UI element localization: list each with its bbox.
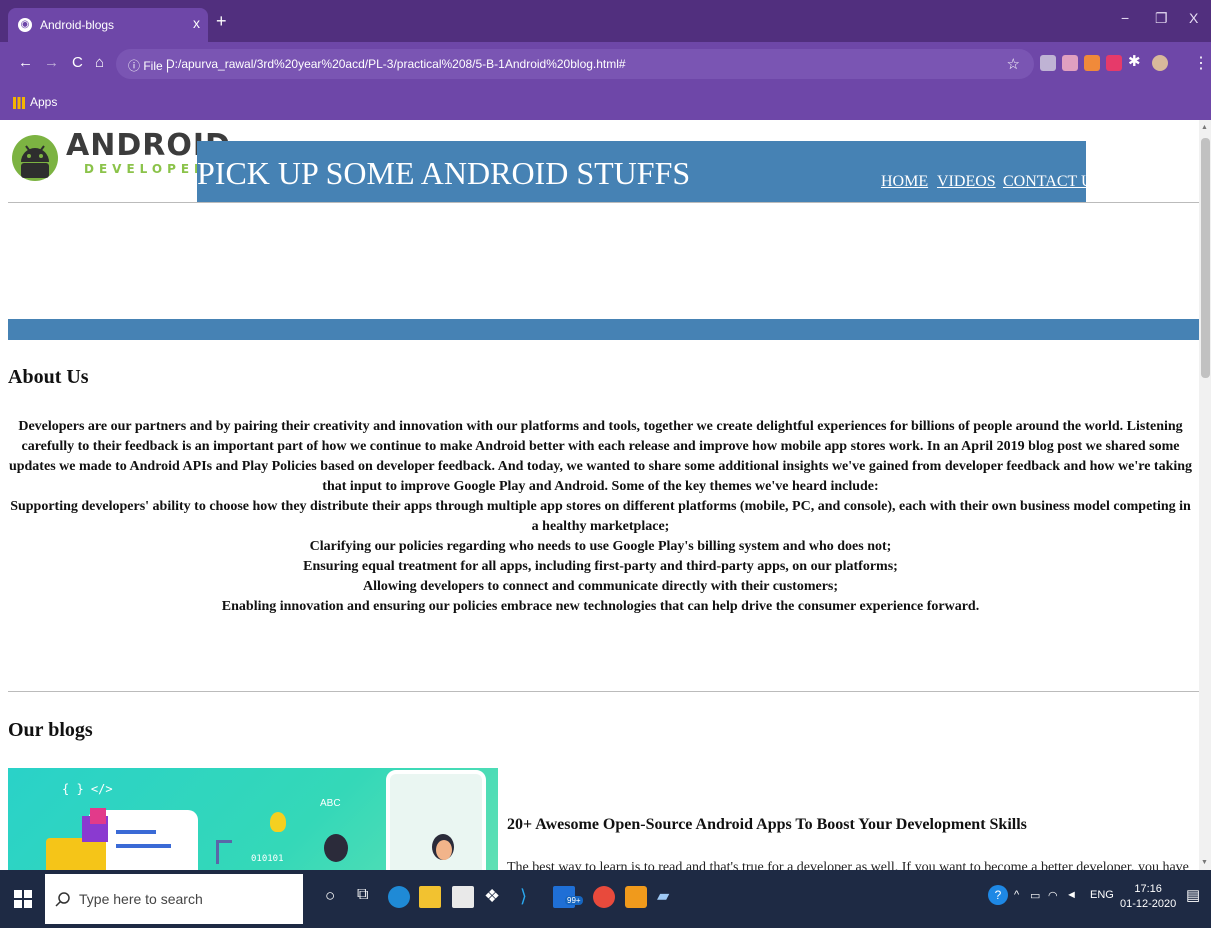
window-restore-button[interactable]: ❐ [1155,10,1168,27]
forward-button[interactable]: → [44,54,59,71]
window-close-button[interactable]: X [1189,10,1198,26]
taskbar-search-box[interactable]: Type here to search [45,874,303,924]
about-item: Allowing developers to connect and commu… [362,579,839,594]
apps-bookmark[interactable]: Apps [30,95,57,109]
screen-line-illustration [116,844,171,848]
extension-fox-icon[interactable] [1084,55,1100,71]
vscode-icon[interactable]: ⟩ [520,886,542,908]
extension-doc-icon[interactable] [1040,55,1056,71]
browser-menu-icon[interactable]: ⋮ [1193,53,1209,73]
tab-title: Android-blogs [40,18,115,32]
search-icon [55,892,70,907]
extension-color-icon[interactable] [1062,55,1078,71]
pink-block-illustration [90,808,106,824]
address-bar[interactable]: ⓘ File | D:/apurva_rawal/3rd%20year%20ac… [116,49,1034,79]
person-face-illustration [436,840,452,860]
browser-tab-bar: ◉ Android-blogs x + − ❐ X [0,0,1211,42]
abc-label: ABC [320,798,341,809]
browser-tab[interactable]: ◉ Android-blogs x [8,8,208,42]
about-item: Ensuring equal treatment for all apps, i… [303,559,898,574]
dropbox-icon[interactable]: ❖ [484,886,506,908]
site-info-icon[interactable]: ⓘ File | [128,57,169,74]
clock-time: 17:16 [1134,883,1162,895]
android-robot-icon [12,135,58,181]
tab-close-icon[interactable]: x [193,15,200,31]
site-title: PICK UP SOME ANDROID STUFFS [197,155,691,191]
extensions-puzzle-icon[interactable]: ✱ [1128,52,1144,70]
edge-browser-icon[interactable] [388,886,410,908]
blog-post-title[interactable]: 20+ Awesome Open-Source Android Apps To … [507,816,1027,834]
nav-home-link[interactable]: HOME [881,173,928,191]
file-explorer-icon[interactable] [419,886,441,908]
blogs-heading: Our blogs [8,719,93,741]
scroll-down-arrow-icon[interactable]: ▼ [1201,858,1208,866]
new-tab-button[interactable]: + [216,11,227,32]
blog-post-excerpt: The best way to learn is to read and tha… [507,860,1189,870]
section-divider [8,691,1199,692]
scrollbar-thumb[interactable] [1201,138,1210,378]
banner-bar [8,319,1199,340]
chrome-favicon-icon: ◉ [18,18,32,32]
url-text: D:/apurva_rawal/3rd%20year%20acd/PL-3/pr… [166,57,626,71]
binary-label: 010101 [251,854,284,864]
bookmark-star-icon[interactable]: ☆ [1007,55,1020,73]
back-button[interactable]: ← [18,54,33,71]
windows-start-icon[interactable] [14,890,32,908]
lightbulb-icon [270,812,286,832]
extension-record-icon[interactable] [1106,55,1122,71]
scroll-up-arrow-icon[interactable]: ▲ [1201,123,1208,131]
person-head-illustration [324,834,348,862]
code-tag-label: { } </> [62,782,113,796]
clock-date: 01-12-2020 [1120,898,1177,910]
browser-toolbar: ← → C ⌂ ⓘ File | D:/apurva_rawal/3rd%20y… [0,42,1211,86]
apps-grid-icon[interactable] [13,97,25,109]
tray-expand-icon[interactable]: ^ [1014,889,1019,901]
android-developer-logo: ANDROID DEVELOPER [10,124,230,194]
bookmarks-bar: Apps [0,86,1211,120]
volume-icon[interactable]: ◄ [1066,889,1077,901]
screen-line-illustration [116,830,156,834]
about-heading: About Us [8,366,89,388]
notifications-icon[interactable]: ▤ [1186,886,1200,904]
windows-taskbar: Type here to search ○ ⧉ ❖ ⟩ 99+ ▰ ? ^ ▭ … [0,870,1211,928]
sublime-text-icon[interactable] [625,886,647,908]
window-minimize-button[interactable]: − [1121,10,1129,26]
chrome-taskbar-icon[interactable] [593,886,615,908]
about-paragraph: Developers are our partners and by pairi… [8,419,1193,494]
help-icon[interactable]: ? [988,885,1008,905]
page-viewport: ANDROID DEVELOPER PICK UP SOME ANDROID S… [0,120,1199,870]
notepad-icon[interactable]: ▰ [657,886,679,908]
store-icon[interactable] [452,886,474,908]
yellow-card-illustration [46,838,106,870]
lamp-illustration [216,840,232,864]
nav-contact-link[interactable]: CONTACT US [1003,173,1101,191]
blog-thumbnail[interactable]: { } </> ABC 010101 [8,768,498,870]
reload-button[interactable]: C [72,54,83,71]
taskbar-clock[interactable]: 17:16 01-12-2020 [1120,882,1176,912]
about-item: Enabling innovation and ensuring our pol… [221,599,980,614]
nav-videos-link[interactable]: VIDEOS [937,173,996,191]
home-button[interactable]: ⌂ [95,54,104,71]
mail-icon[interactable]: 99+ [553,886,583,908]
header-divider [8,202,1199,203]
logo-subtitle: DEVELOPER [84,162,209,176]
search-placeholder: Type here to search [79,891,203,907]
site-header: PICK UP SOME ANDROID STUFFS HOME VIDEOS … [197,141,1101,202]
wifi-icon[interactable]: ◠ [1048,889,1058,902]
battery-icon[interactable]: ▭ [1030,889,1040,902]
profile-avatar[interactable] [1152,55,1168,71]
about-text: Developers are our partners and by pairi… [8,417,1193,617]
about-item: Clarifying our policies regarding who ne… [309,539,892,554]
mail-badge: 99+ [565,896,583,905]
task-view-icon[interactable]: ⧉ [357,886,379,908]
language-indicator[interactable]: ENG [1090,889,1114,901]
cortana-icon[interactable]: ○ [325,886,347,908]
about-item: Supporting developers' ability to choose… [10,499,1191,534]
